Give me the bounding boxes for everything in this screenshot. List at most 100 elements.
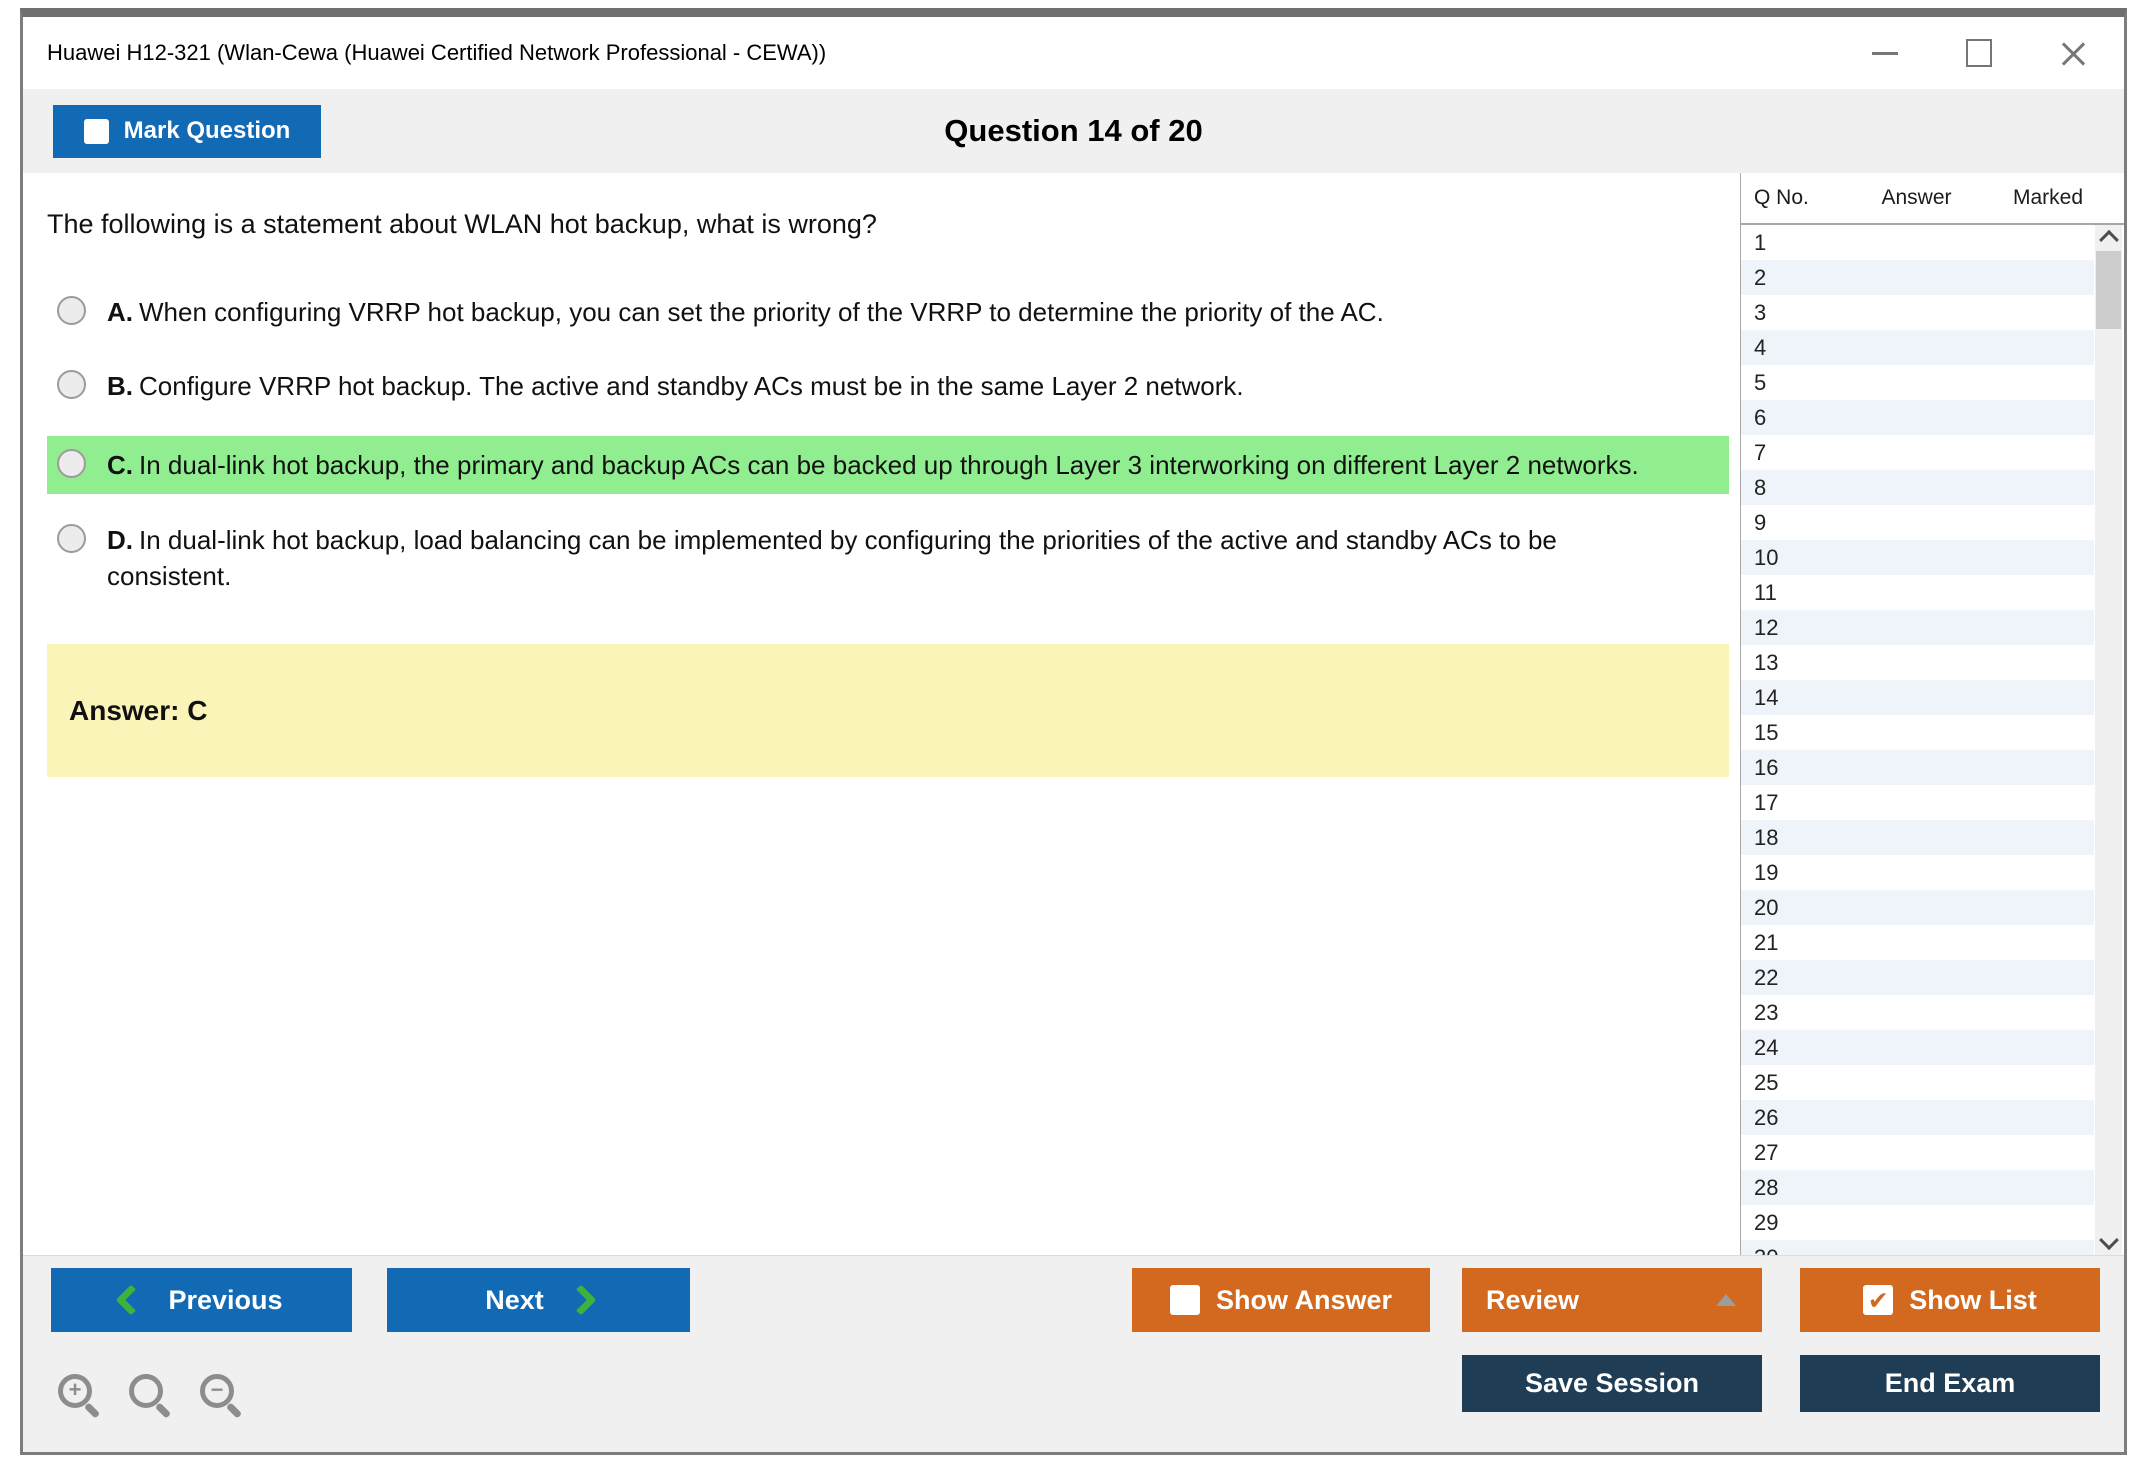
show-answer-checkbox-icon — [1169, 1285, 1200, 1315]
option-b[interactable]: B. Configure VRRP hot backup. The active … — [47, 362, 1729, 410]
option-d-body: In dual-link hot backup, load balancing … — [107, 525, 1557, 591]
header-band: Mark Question Question 14 of 20 — [23, 89, 2124, 173]
list-item[interactable]: 27 — [1741, 1135, 2094, 1170]
answer-label: Answer: C — [69, 694, 208, 726]
list-item[interactable]: 19 — [1741, 855, 2094, 890]
previous-label: Previous — [168, 1284, 283, 1315]
review-button[interactable]: Review — [1462, 1268, 1762, 1332]
scrollbar-thumb[interactable] — [2096, 251, 2121, 329]
zoom-out-button[interactable]: − — [198, 1372, 244, 1419]
option-a[interactable]: A. When configuring VRRP hot backup, you … — [47, 288, 1729, 336]
column-answer: Answer — [1881, 186, 1952, 209]
question-counter: Question 14 of 20 — [944, 113, 1203, 148]
magnifier-button[interactable] — [127, 1372, 173, 1419]
list-item[interactable]: 28 — [1741, 1170, 2094, 1205]
list-item[interactable]: 24 — [1741, 1030, 2094, 1065]
list-item[interactable]: 30 — [1741, 1240, 2094, 1255]
chevron-left-icon — [115, 1284, 148, 1316]
question-number: 28 — [1754, 1175, 1779, 1200]
bottom-bar: Previous Next Show Answer Review ✔ Show … — [23, 1255, 2124, 1452]
option-b-radio[interactable] — [57, 370, 86, 399]
scrollbar — [2095, 225, 2122, 1255]
list-item[interactable]: 3 — [1741, 295, 2094, 330]
scroll-down-button[interactable] — [2095, 1230, 2122, 1255]
minimize-button[interactable] — [1868, 36, 1902, 70]
list-item[interactable]: 18 — [1741, 820, 2094, 855]
list-item[interactable]: 14 — [1741, 680, 2094, 715]
question-number: 29 — [1754, 1210, 1779, 1235]
window-controls — [1868, 17, 2090, 89]
list-item[interactable]: 10 — [1741, 540, 2094, 575]
list-item[interactable]: 29 — [1741, 1205, 2094, 1240]
question-list-panel: Q No. Answer Marked 1 2 3 4 5 6 7 8 9 10 11 12 13 14 1… — [1740, 173, 2124, 1255]
chevron-up-icon — [2098, 229, 2119, 250]
scroll-up-button[interactable] — [2095, 225, 2122, 250]
list-item[interactable]: 1 — [1741, 225, 2094, 260]
question-number: 20 — [1754, 895, 1779, 920]
question-number: 24 — [1754, 1035, 1779, 1060]
list-item[interactable]: 4 — [1741, 330, 2094, 365]
minimize-icon — [1872, 51, 1898, 55]
list-item[interactable]: 16 — [1741, 750, 2094, 785]
mark-question-button[interactable]: Mark Question — [53, 104, 321, 158]
show-answer-label: Show Answer — [1215, 1284, 1393, 1315]
column-marked: Marked — [2012, 186, 2084, 209]
show-answer-button[interactable]: Show Answer — [1132, 1268, 1430, 1332]
list-item[interactable]: 17 — [1741, 785, 2094, 820]
review-label: Review — [1486, 1284, 1580, 1315]
list-item[interactable]: 22 — [1741, 960, 2094, 995]
save-session-button[interactable]: Save Session — [1462, 1355, 1762, 1412]
list-item[interactable]: 26 — [1741, 1100, 2094, 1135]
list-item[interactable]: 21 — [1741, 925, 2094, 960]
list-item[interactable]: 23 — [1741, 995, 2094, 1030]
end-exam-button[interactable]: End Exam — [1800, 1355, 2100, 1412]
show-list-button[interactable]: ✔ Show List — [1800, 1268, 2100, 1332]
title-bar: Huawei H12-321 (Wlan-Cewa (Huawei Certif… — [23, 17, 2124, 89]
magnifier-handle — [154, 1402, 172, 1419]
list-item[interactable]: 11 — [1741, 575, 2094, 610]
answer-box: Answer: C — [47, 644, 1729, 777]
list-item[interactable]: 13 — [1741, 645, 2094, 680]
list-item[interactable]: 6 — [1741, 400, 2094, 435]
list-item[interactable]: 15 — [1741, 715, 2094, 750]
list-item[interactable]: 2 — [1741, 260, 2094, 295]
option-c-text: C. In dual-link hot backup, the primary a… — [107, 447, 1639, 483]
question-number: 18 — [1754, 825, 1779, 850]
mark-question-label: Mark Question — [123, 117, 291, 144]
close-button[interactable] — [2056, 36, 2090, 70]
next-button[interactable]: Next — [387, 1268, 690, 1332]
save-session-label: Save Session — [1524, 1368, 1700, 1398]
option-c[interactable]: C. In dual-link hot backup, the primary a… — [47, 436, 1729, 494]
question-number: 13 — [1754, 650, 1779, 675]
list-item[interactable]: 9 — [1741, 505, 2094, 540]
list-item[interactable]: 8 — [1741, 470, 2094, 505]
option-d-radio[interactable] — [57, 524, 86, 553]
option-c-body: In dual-link hot backup, the primary and… — [139, 450, 1639, 480]
question-list-wrap: 1 2 3 4 5 6 7 8 9 10 11 12 13 14 15 16 17 18 19 20 21 22 23 24 2… — [1741, 225, 2124, 1255]
list-item[interactable]: 5 — [1741, 365, 2094, 400]
maximize-icon — [1966, 39, 1992, 67]
zoom-in-button[interactable]: + — [56, 1372, 102, 1419]
question-number: 21 — [1754, 930, 1779, 955]
option-a-body: When configuring VRRP hot backup, you ca… — [139, 297, 1384, 327]
question-number: 2 — [1754, 265, 1767, 290]
option-a-text: A. When configuring VRRP hot backup, you … — [107, 294, 1384, 330]
option-d-text: D. In dual-link hot backup, load balancin… — [107, 522, 1652, 594]
list-item[interactable]: 7 — [1741, 435, 2094, 470]
maximize-button[interactable] — [1962, 36, 1996, 70]
close-icon — [2060, 40, 2086, 66]
triangle-up-icon — [1716, 1294, 1736, 1306]
list-item[interactable]: 25 — [1741, 1065, 2094, 1100]
question-number: 6 — [1754, 405, 1767, 430]
list-item[interactable]: 12 — [1741, 610, 2094, 645]
question-number: 16 — [1754, 755, 1779, 780]
option-d[interactable]: D. In dual-link hot backup, load balancin… — [47, 516, 1729, 600]
question-number: 26 — [1754, 1105, 1779, 1130]
option-a-radio[interactable] — [57, 296, 86, 325]
option-c-radio[interactable] — [57, 449, 86, 478]
question-area: The following is a statement about WLAN … — [23, 173, 1740, 1255]
previous-button[interactable]: Previous — [51, 1268, 352, 1332]
column-q-no: Q No. — [1754, 186, 1809, 209]
show-list-label: Show List — [1909, 1284, 2037, 1315]
list-item[interactable]: 20 — [1741, 890, 2094, 925]
